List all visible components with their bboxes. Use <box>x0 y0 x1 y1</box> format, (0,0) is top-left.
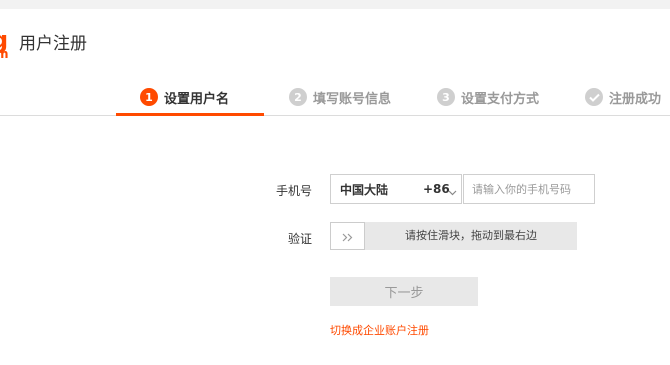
page-title: 用户注册 <box>19 34 87 54</box>
step-label: 设置支付方式 <box>461 91 540 107</box>
active-step-indicator <box>116 113 264 116</box>
top-strip <box>0 0 670 9</box>
step-number-1: 1 <box>140 88 158 106</box>
slider-handle[interactable] <box>330 222 365 250</box>
brand-logo[interactable]: g m <box>0 28 13 60</box>
step-register-success: 注册成功 <box>585 86 661 108</box>
chevron-down-icon <box>448 185 457 199</box>
country-select[interactable]: 中国大陆 +86 <box>330 174 462 204</box>
steps-divider <box>0 115 670 116</box>
double-chevron-right-icon <box>342 227 354 246</box>
next-step-button[interactable]: 下一步 <box>330 277 478 306</box>
verify-label: 验证 <box>287 232 312 246</box>
logo-sub-glyph: m <box>0 47 9 60</box>
step-set-payment: 3 设置支付方式 <box>437 86 539 108</box>
slider-hint: 请按住滑块，拖动到最右边 <box>405 229 537 242</box>
step-label: 填写账号信息 <box>313 91 392 107</box>
step-set-username: 1 设置用户名 <box>140 86 229 108</box>
step-fill-account-info: 2 填写账号信息 <box>289 86 391 108</box>
check-icon <box>585 88 603 106</box>
step-label: 设置用户名 <box>164 91 230 107</box>
step-number-2: 2 <box>289 88 307 106</box>
phone-label: 手机号 <box>275 184 312 198</box>
switch-to-enterprise-link[interactable]: 切换成企业账户注册 <box>330 322 429 338</box>
slider-captcha[interactable]: 请按住滑块，拖动到最右边 <box>330 222 577 250</box>
phone-number-input[interactable] <box>463 174 595 204</box>
step-number-3: 3 <box>437 88 455 106</box>
country-name: 中国大陆 <box>340 182 389 197</box>
country-code: +86 <box>423 182 450 196</box>
step-label: 注册成功 <box>609 91 662 107</box>
